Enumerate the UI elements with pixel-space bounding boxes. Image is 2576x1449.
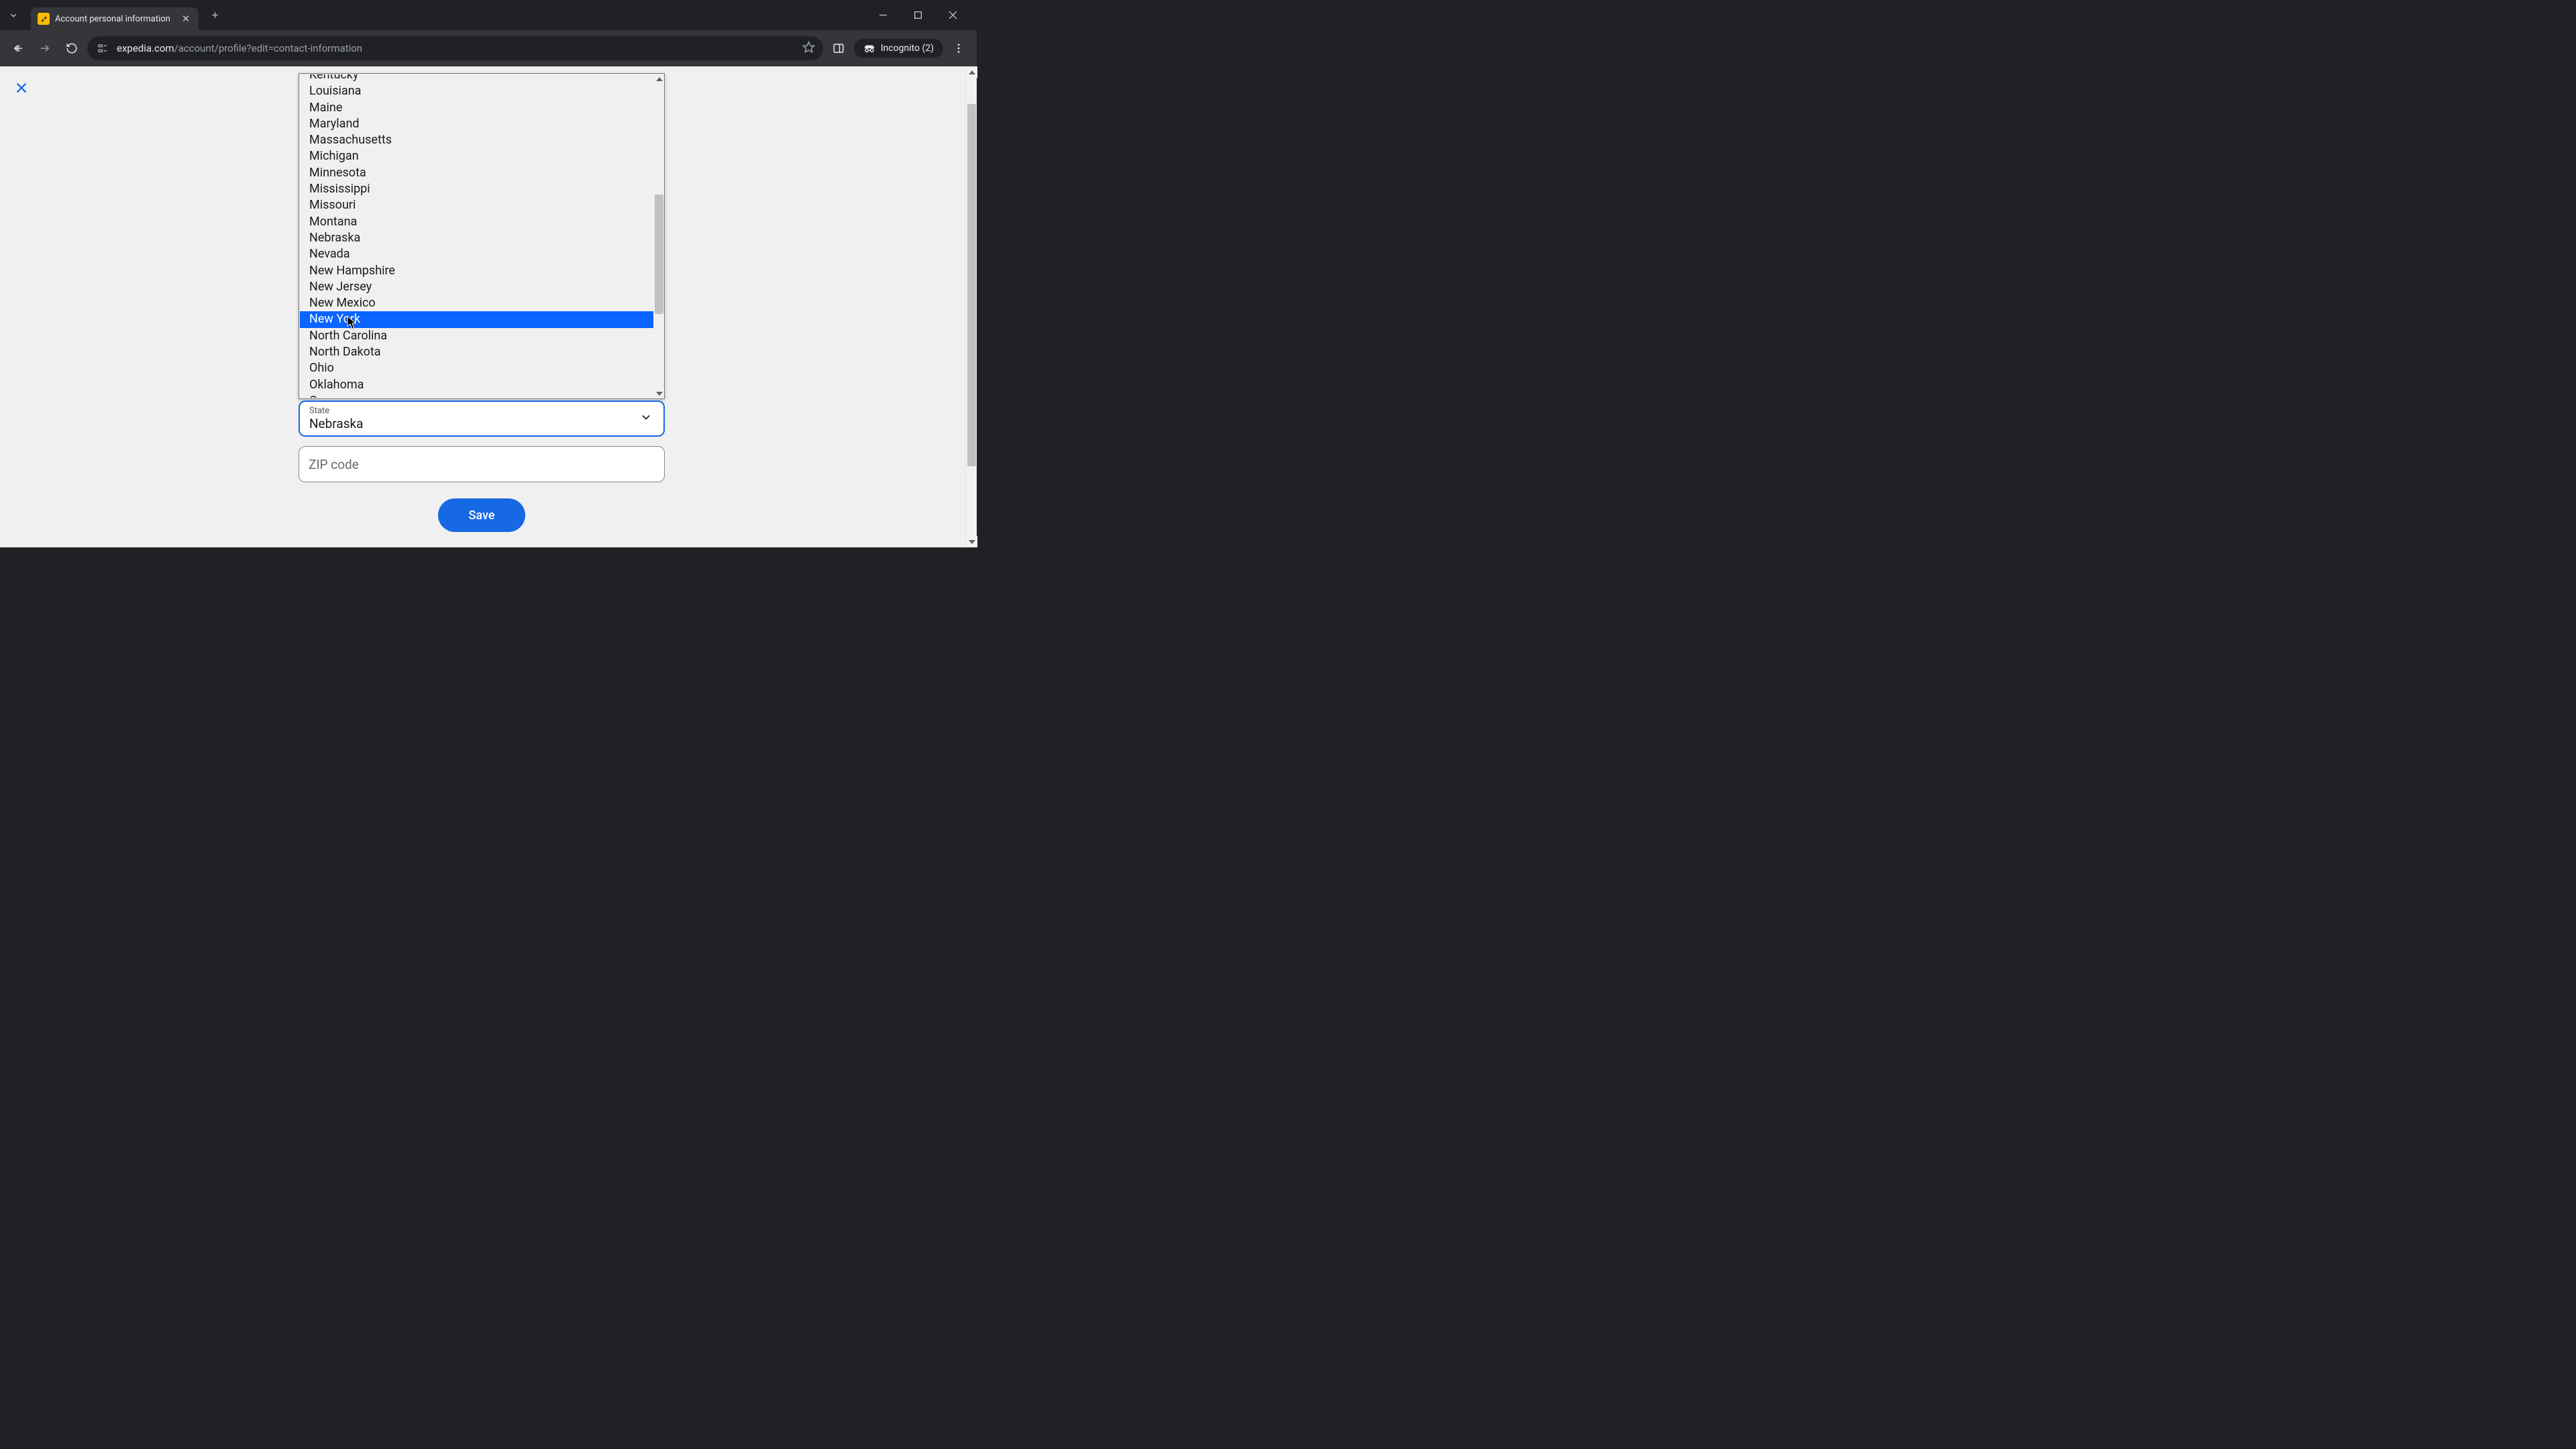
- listbox-scrollbar[interactable]: [654, 74, 664, 398]
- state-option[interactable]: Nevada: [300, 246, 653, 262]
- state-option[interactable]: New York: [300, 311, 653, 327]
- save-button-label: Save: [469, 508, 495, 523]
- state-option[interactable]: Maryland: [300, 116, 653, 132]
- state-option[interactable]: O: [300, 393, 653, 398]
- browser-chrome: Account personal information ✕ expedia.c…: [0, 0, 977, 66]
- window-close-button[interactable]: [938, 5, 967, 25]
- state-option[interactable]: Louisiana: [300, 83, 653, 99]
- side-panel-button[interactable]: [827, 37, 850, 60]
- incognito-label: Incognito (2): [881, 43, 934, 54]
- state-option[interactable]: Nebraska: [300, 230, 653, 246]
- state-option[interactable]: Missouri: [300, 197, 653, 213]
- state-option[interactable]: New Mexico: [300, 295, 653, 311]
- listbox-scroll-down-button[interactable]: [654, 388, 664, 398]
- state-option[interactable]: New Hampshire: [300, 263, 653, 279]
- listbox-scroll-up-button[interactable]: [654, 74, 664, 84]
- expedia-favicon-icon: [38, 13, 50, 25]
- listbox-scroll-thumb[interactable]: [655, 195, 663, 314]
- window-minimize-button[interactable]: [868, 5, 898, 25]
- tab-search-button[interactable]: [0, 3, 27, 28]
- state-option[interactable]: Ohio: [300, 360, 653, 376]
- state-option[interactable]: Massachusetts: [300, 132, 653, 148]
- state-option[interactable]: Oklahoma: [300, 377, 653, 393]
- window-maximize-button[interactable]: [903, 5, 932, 25]
- titlebar: Account personal information ✕: [0, 0, 977, 30]
- state-select-label: State: [309, 406, 654, 416]
- state-option[interactable]: Montana: [300, 214, 653, 230]
- page-viewport: KentuckyLouisianaMaineMarylandMassachuse…: [0, 66, 977, 547]
- address-bar[interactable]: expedia.com/account/profile?edit=contact…: [87, 36, 823, 60]
- state-option[interactable]: Minnesota: [300, 165, 653, 181]
- state-option[interactable]: Mississippi: [300, 181, 653, 197]
- zip-code-input[interactable]: ZIP code: [299, 446, 665, 482]
- incognito-indicator[interactable]: Incognito (2): [854, 39, 943, 58]
- site-info-button[interactable]: [95, 41, 110, 56]
- browser-toolbar: expedia.com/account/profile?edit=contact…: [0, 30, 977, 66]
- page-scrollbar[interactable]: [965, 66, 977, 547]
- tab-close-button[interactable]: ✕: [180, 13, 192, 25]
- page-scroll-up-button[interactable]: [966, 66, 977, 78]
- page-scroll-down-button[interactable]: [966, 536, 977, 547]
- state-option[interactable]: Michigan: [300, 148, 653, 164]
- browser-reload-button[interactable]: [60, 37, 83, 60]
- state-option[interactable]: New Jersey: [300, 279, 653, 295]
- new-tab-button[interactable]: [205, 6, 224, 25]
- state-select-value: Nebraska: [309, 416, 654, 431]
- modal-close-button[interactable]: [13, 80, 30, 96]
- state-option[interactable]: Kentucky: [300, 74, 653, 83]
- state-select[interactable]: State Nebraska: [299, 400, 665, 437]
- chevron-down-icon: [639, 411, 653, 427]
- window-controls: [868, 0, 971, 30]
- browser-forward-button[interactable]: [34, 37, 56, 60]
- state-option[interactable]: Maine: [300, 100, 653, 116]
- state-option[interactable]: North Carolina: [300, 328, 653, 344]
- page-scroll-thumb[interactable]: [967, 104, 976, 466]
- zip-code-placeholder: ZIP code: [309, 457, 359, 472]
- bookmark-star-icon[interactable]: [802, 41, 815, 56]
- save-button[interactable]: Save: [438, 498, 525, 532]
- state-option[interactable]: North Dakota: [300, 344, 653, 360]
- browser-tab[interactable]: Account personal information ✕: [31, 7, 199, 30]
- url-text: expedia.com/account/profile?edit=contact…: [117, 42, 362, 54]
- tab-title: Account personal information: [55, 14, 170, 24]
- state-listbox[interactable]: KentuckyLouisianaMaineMarylandMassachuse…: [299, 73, 665, 399]
- browser-menu-button[interactable]: [947, 37, 970, 60]
